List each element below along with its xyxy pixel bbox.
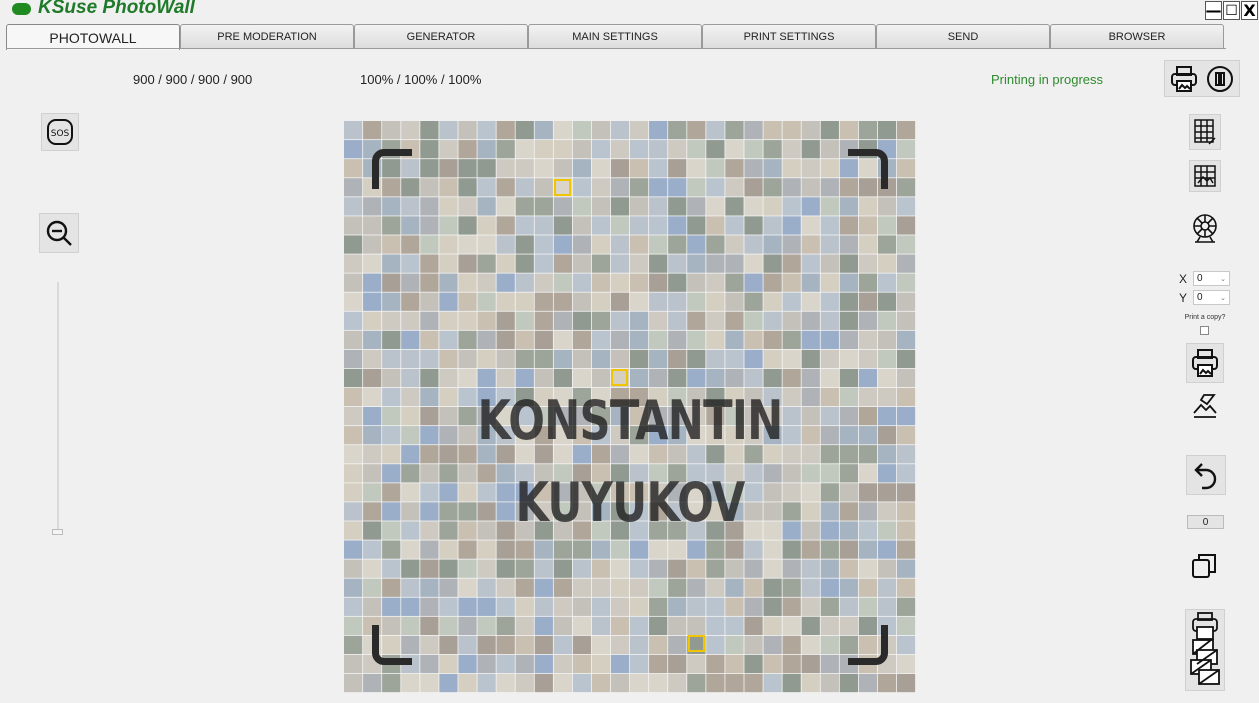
y-offset-select[interactable]: 0 ⌄ [1193, 290, 1231, 305]
progress-percents: 100% / 100% / 100% [360, 72, 482, 87]
x-label: X [1179, 271, 1188, 286]
mosaic-name-line1: KONSTANTIN [477, 389, 784, 452]
highlighted-cell[interactable] [611, 369, 628, 386]
tab-send[interactable]: SEND [876, 24, 1050, 49]
layout-edit-button[interactable] [1189, 114, 1221, 150]
x-offset-value: 0 [1197, 273, 1203, 284]
zoom-out-icon [44, 218, 74, 248]
tab-pre-moderation[interactable]: PRE MODERATION [180, 24, 354, 49]
chevron-down-icon: ⌄ [1220, 294, 1227, 302]
frame-corner [372, 149, 412, 189]
erase-icon [1190, 391, 1220, 421]
copy-icon [1189, 549, 1221, 581]
print-icon [1190, 347, 1220, 379]
sos-button[interactable]: SOS [41, 113, 79, 151]
print-button[interactable] [1186, 343, 1224, 383]
app-title: KSuse PhotoWall [38, 0, 195, 18]
frame-corner [372, 625, 412, 665]
x-offset-select[interactable]: 0 ⌄ [1193, 271, 1231, 286]
print-queue-icon [1187, 610, 1223, 690]
tab-bar: PHOTOWALL PRE MODERATION GENERATOR MAIN … [6, 24, 1224, 50]
undo-counter: 0 [1187, 515, 1224, 529]
app-logo-icon [12, 3, 31, 15]
undo-button[interactable] [1186, 455, 1226, 495]
close-button[interactable]: X [1241, 1, 1258, 20]
tab-divider [6, 48, 1226, 49]
erase-button[interactable] [1187, 388, 1223, 424]
title-bar: KSuse PhotoWall — ☐ X [0, 0, 1259, 22]
reel-button[interactable] [1188, 210, 1222, 246]
tab-print-settings[interactable]: PRINT SETTINGS [702, 24, 876, 49]
tab-generator[interactable]: GENERATOR [354, 24, 528, 49]
highlighted-cell[interactable] [688, 635, 705, 652]
photo-mosaic[interactable]: KONSTANTIN KUYUKOV [344, 121, 916, 693]
svg-text:SOS: SOS [51, 129, 70, 139]
zoom-slider-thumb[interactable] [52, 529, 63, 535]
frame-corner [848, 149, 888, 189]
zoom-slider[interactable] [57, 282, 59, 532]
maximize-button[interactable]: ☐ [1223, 1, 1240, 20]
copy-button[interactable] [1186, 546, 1224, 584]
pause-icon[interactable] [1205, 64, 1235, 94]
layout-grid-button[interactable] [1189, 160, 1221, 192]
layout-edit-icon [1192, 117, 1218, 147]
printer-status-group [1164, 60, 1240, 97]
frame-corner [848, 625, 888, 665]
minimize-button[interactable]: — [1205, 1, 1222, 20]
x-offset-row: X 0 ⌄ [1179, 271, 1231, 286]
chevron-down-icon: ⌄ [1220, 275, 1227, 283]
tab-main-settings[interactable]: MAIN SETTINGS [528, 24, 702, 49]
printer-icon[interactable] [1169, 64, 1199, 94]
tab-browser[interactable]: BROWSER [1050, 24, 1224, 49]
layout-grid-icon [1192, 163, 1218, 189]
reel-icon [1190, 212, 1220, 244]
tab-photowall[interactable]: PHOTOWALL [6, 24, 180, 50]
photo-counts: 900 / 900 / 900 / 900 [133, 72, 253, 87]
print-status: Printing in progress [991, 72, 1103, 87]
y-label: Y [1179, 290, 1188, 305]
highlighted-cell[interactable] [554, 179, 571, 196]
y-offset-row: Y 0 ⌄ [1179, 290, 1231, 305]
mosaic-name-line2: KUYUKOV [515, 471, 745, 534]
undo-icon [1191, 459, 1221, 491]
zoom-out-button[interactable] [39, 213, 79, 253]
print-copy-checkbox[interactable] [1200, 326, 1209, 335]
print-queue-button[interactable] [1185, 609, 1225, 691]
y-offset-value: 0 [1197, 292, 1203, 303]
sos-icon: SOS [45, 117, 75, 147]
print-copy-label: Print a copy? [1184, 314, 1226, 321]
